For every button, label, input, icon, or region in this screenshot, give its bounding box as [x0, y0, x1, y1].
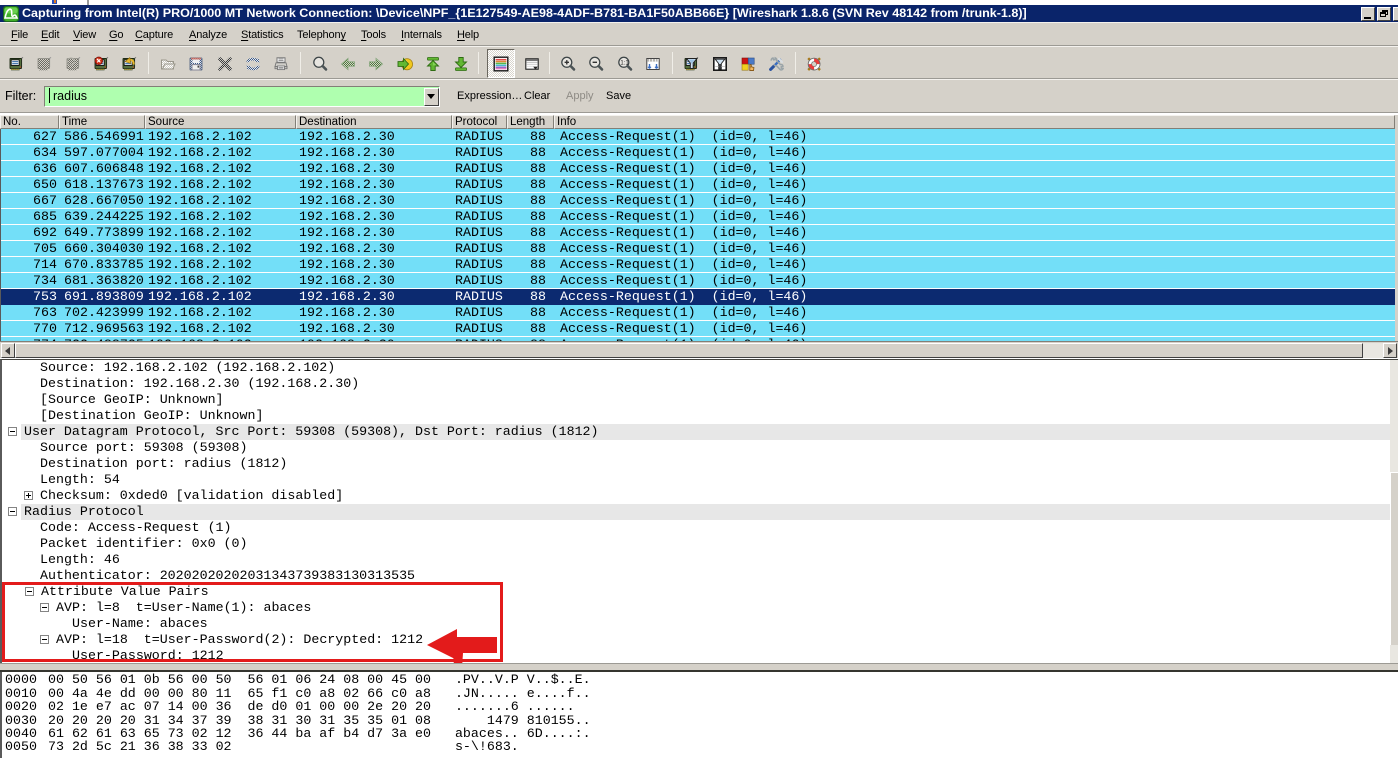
svg-text:1:1: 1:1	[620, 61, 629, 67]
